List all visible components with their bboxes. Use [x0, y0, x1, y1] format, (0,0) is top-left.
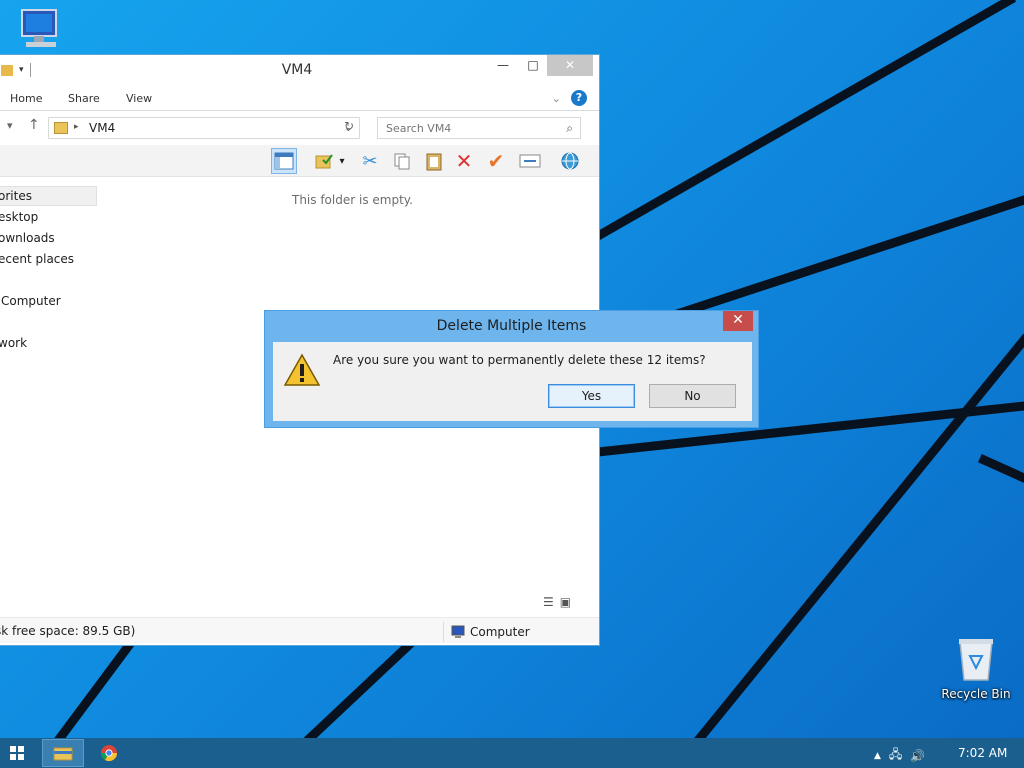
clock[interactable]: 7:02 AM: [958, 746, 1007, 760]
computer-status: Computer: [443, 622, 530, 642]
paste-icon[interactable]: [421, 148, 447, 174]
rename-icon[interactable]: [517, 148, 543, 174]
recent-locations-icon[interactable]: ▾: [7, 119, 13, 132]
navigation-pane: orites esktop ownloads ecent places Comp…: [0, 185, 97, 615]
recycle-bin-desktop-icon[interactable]: Recycle Bin: [936, 636, 1016, 701]
expand-ribbon-icon[interactable]: ⌄: [552, 92, 561, 105]
nav-network[interactable]: work: [0, 336, 27, 350]
search-icon[interactable]: ⌕: [566, 121, 573, 136]
dialog-close-button[interactable]: ✕: [723, 311, 753, 331]
minimize-button[interactable]: —: [489, 55, 517, 76]
computer-small-icon: [451, 625, 465, 638]
breadcrumb-vm4[interactable]: VM4: [89, 121, 115, 135]
ribbon-tabs: Home Share View ⌄ ?: [0, 85, 599, 111]
taskbar: ▲ 🖧 🔊 7:02 AM: [0, 738, 1024, 768]
close-button[interactable]: ✕: [547, 55, 593, 76]
free-space-status: sk free space: 89.5 GB): [0, 624, 136, 638]
taskbar-file-explorer[interactable]: [42, 739, 84, 767]
delete-icon[interactable]: ✕: [451, 148, 477, 174]
computer-desktop-icon[interactable]: [12, 8, 68, 54]
monitor-icon: [21, 9, 57, 47]
computer-status-label: Computer: [470, 625, 530, 639]
maximize-button[interactable]: □: [519, 55, 547, 76]
organize-button[interactable]: [311, 148, 337, 174]
chrome-icon: [100, 745, 118, 762]
large-icons-view-icon[interactable]: ▣: [560, 595, 571, 609]
tab-share[interactable]: Share: [68, 92, 100, 105]
view-switcher: ☰ ▣: [543, 595, 571, 609]
up-arrow-icon[interactable]: ↑: [28, 117, 40, 133]
address-box[interactable]: ▸ VM4 ⌄: [48, 117, 360, 139]
network-icon[interactable]: 🖧: [889, 745, 902, 766]
taskbar-chrome[interactable]: [88, 739, 130, 767]
copy-icon[interactable]: [389, 148, 415, 174]
folder-location-icon: [54, 122, 68, 134]
breadcrumb-chevron-icon[interactable]: ▸: [74, 122, 79, 132]
file-explorer-icon: [53, 747, 73, 761]
cut-icon[interactable]: ✂: [357, 148, 383, 174]
tab-home[interactable]: Home: [10, 92, 42, 105]
nav-favorites[interactable]: orites: [0, 186, 97, 206]
preview-pane-button[interactable]: [271, 148, 297, 174]
dialog-title: Delete Multiple Items: [436, 318, 587, 334]
no-button[interactable]: No: [649, 384, 736, 408]
nav-desktop[interactable]: esktop: [0, 210, 38, 224]
empty-folder-message: This folder is empty.: [292, 193, 413, 207]
search-box[interactable]: ⌕: [377, 117, 581, 139]
recycle-bin-icon: [959, 639, 993, 681]
delete-confirm-dialog: Delete Multiple Items ✕ Are you sure you…: [264, 310, 759, 428]
explorer-titlebar[interactable]: ▾ VM4 — □ ✕: [0, 55, 599, 85]
system-tray: ▲ 🖧 🔊: [874, 745, 925, 766]
command-toolbar: ▾ ✂ ✕ ✔: [0, 145, 599, 177]
warning-icon: [283, 353, 321, 386]
yes-button[interactable]: Yes: [548, 384, 635, 408]
network-globe-icon[interactable]: [557, 148, 583, 174]
details-view-icon[interactable]: ☰: [543, 595, 554, 609]
help-icon[interactable]: ?: [571, 90, 587, 106]
refresh-icon[interactable]: ↻: [344, 119, 354, 133]
organize-dropdown-icon[interactable]: ▾: [335, 148, 349, 174]
dialog-message: Are you sure you want to permanently del…: [333, 353, 706, 367]
folder-check-icon: [315, 154, 333, 169]
search-input[interactable]: [386, 122, 556, 135]
recycle-bin-label: Recycle Bin: [941, 687, 1011, 701]
nav-computer[interactable]: Computer: [1, 294, 61, 308]
show-hidden-icons-button[interactable]: ▲: [874, 751, 881, 761]
nav-downloads[interactable]: ownloads: [0, 231, 55, 245]
address-bar-row: ▾ ↑ ▸ VM4 ⌄ ↻ ⌕: [0, 113, 599, 143]
dialog-body: Are you sure you want to permanently del…: [273, 342, 752, 421]
nav-recent-places[interactable]: ecent places: [0, 252, 74, 266]
volume-icon[interactable]: 🔊: [910, 749, 925, 763]
layout-pane-icon: [274, 152, 294, 170]
status-bar: sk free space: 89.5 GB) Computer: [0, 617, 599, 643]
ribbon-right-controls: ⌄ ?: [552, 90, 587, 106]
tab-view[interactable]: View: [126, 92, 152, 105]
checkmark-icon[interactable]: ✔: [483, 148, 509, 174]
windows-start-icon[interactable]: [10, 746, 24, 760]
